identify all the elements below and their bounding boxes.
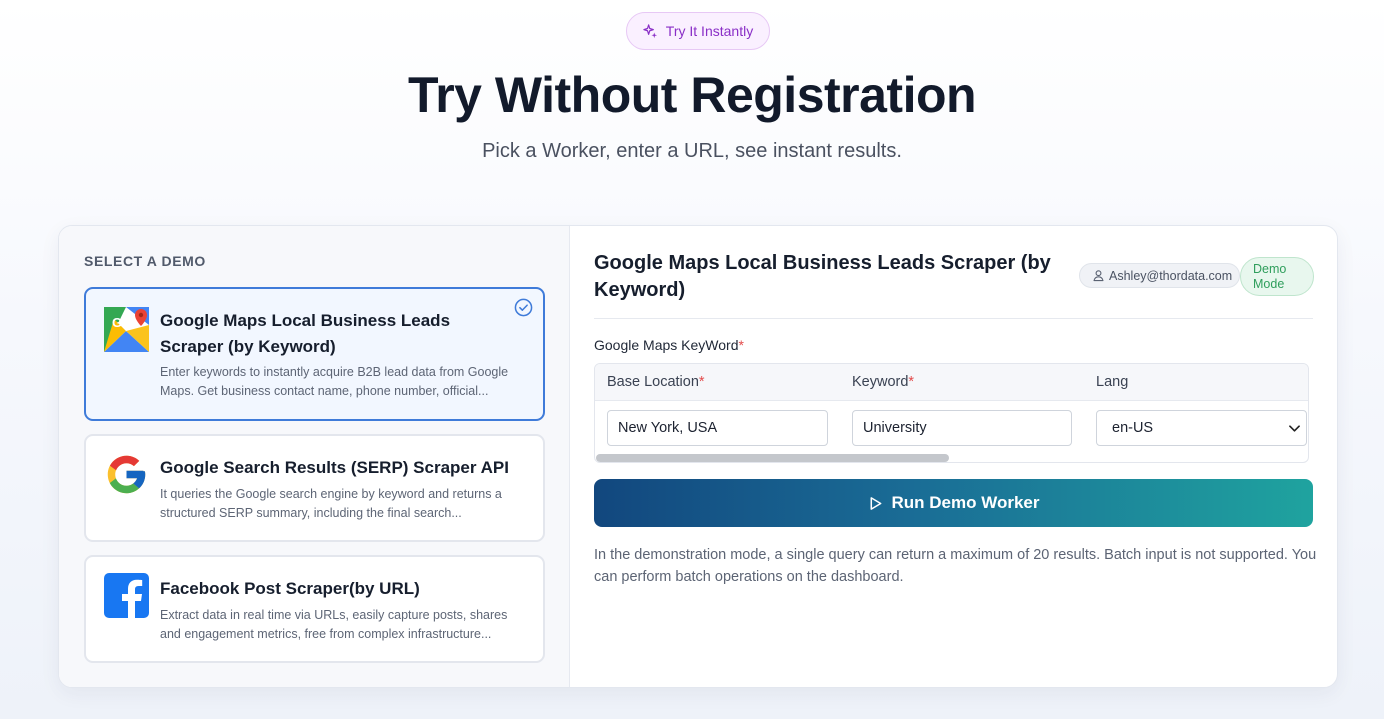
- demo-item-title: Google Search Results (SERP) Scraper API: [160, 458, 509, 477]
- pill-label: Try It Instantly: [665, 23, 754, 39]
- user-chip: Ashley@thordata.com: [1079, 263, 1241, 288]
- demo-item-title: Facebook Post Scraper(by URL): [160, 579, 420, 598]
- required-mark: *: [738, 337, 744, 353]
- sparkles-icon: [643, 23, 657, 38]
- demo-selector-panel: SELECT A DEMO G Google Maps Local Busine…: [59, 226, 570, 687]
- try-it-instantly-pill: Try It Instantly: [626, 12, 770, 50]
- horizontal-scrollbar[interactable]: [596, 454, 949, 462]
- column-header-keyword: Keyword*: [852, 374, 915, 390]
- divider: [594, 318, 1313, 319]
- keyword-field-label: Google Maps KeyWord*: [594, 337, 744, 353]
- worker-title: Google Maps Local Business Leads Scraper…: [594, 252, 1051, 301]
- google-maps-icon: G: [104, 307, 149, 352]
- table-header: Base Location* Keyword* Lang: [595, 364, 1308, 401]
- demo-card: SELECT A DEMO G Google Maps Local Busine…: [58, 225, 1338, 688]
- select-demo-label: SELECT A DEMO: [84, 253, 206, 269]
- demo-item-description: Enter keywords to instantly acquire B2B …: [160, 365, 509, 398]
- page-subtitle: Pick a Worker, enter a URL, see instant …: [482, 140, 902, 162]
- column-header-base-location: Base Location*: [607, 374, 705, 390]
- demo-item-facebook[interactable]: Facebook Post Scraper(by URL) Extract da…: [84, 555, 545, 663]
- chevron-down-icon: [1289, 425, 1300, 432]
- lang-select-value: en-US: [1112, 420, 1154, 436]
- facebook-icon: [104, 573, 149, 618]
- svg-text:G: G: [112, 315, 122, 330]
- lang-select[interactable]: en-US: [1096, 410, 1307, 446]
- user-email: Ashley@thordata.com: [1109, 268, 1233, 283]
- input-table: Base Location* Keyword* Lang New York, U…: [594, 363, 1309, 463]
- demo-mode-badge: Demo Mode: [1240, 257, 1314, 296]
- demo-item-description: It queries the Google search engine by k…: [160, 487, 502, 520]
- column-header-lang: Lang: [1096, 374, 1129, 390]
- demo-item-google-maps[interactable]: G Google Maps Local Business Leads Scrap…: [84, 287, 545, 421]
- field-label-text: Google Maps KeyWord: [594, 337, 739, 353]
- demo-item-description: Extract data in real time via URLs, easi…: [160, 608, 508, 641]
- user-icon: [1093, 270, 1104, 282]
- run-button-label: Run Demo Worker: [891, 493, 1040, 512]
- check-circle-icon: [514, 298, 533, 317]
- demo-item-title: Google Maps Local Business Leads Scraper…: [160, 311, 451, 356]
- demo-form-panel: Google Maps Local Business Leads Scraper…: [570, 226, 1337, 687]
- run-demo-worker-button[interactable]: Run Demo Worker: [594, 479, 1313, 527]
- base-location-input[interactable]: New York, USA: [607, 410, 828, 446]
- page-title: Try Without Registration: [407, 67, 977, 123]
- demo-mode-note: In the demonstration mode, a single quer…: [594, 547, 1317, 585]
- google-icon: [107, 455, 146, 494]
- demo-item-google-serp[interactable]: Google Search Results (SERP) Scraper API…: [84, 434, 545, 542]
- keyword-input[interactable]: University: [852, 410, 1072, 446]
- play-icon: [870, 496, 881, 510]
